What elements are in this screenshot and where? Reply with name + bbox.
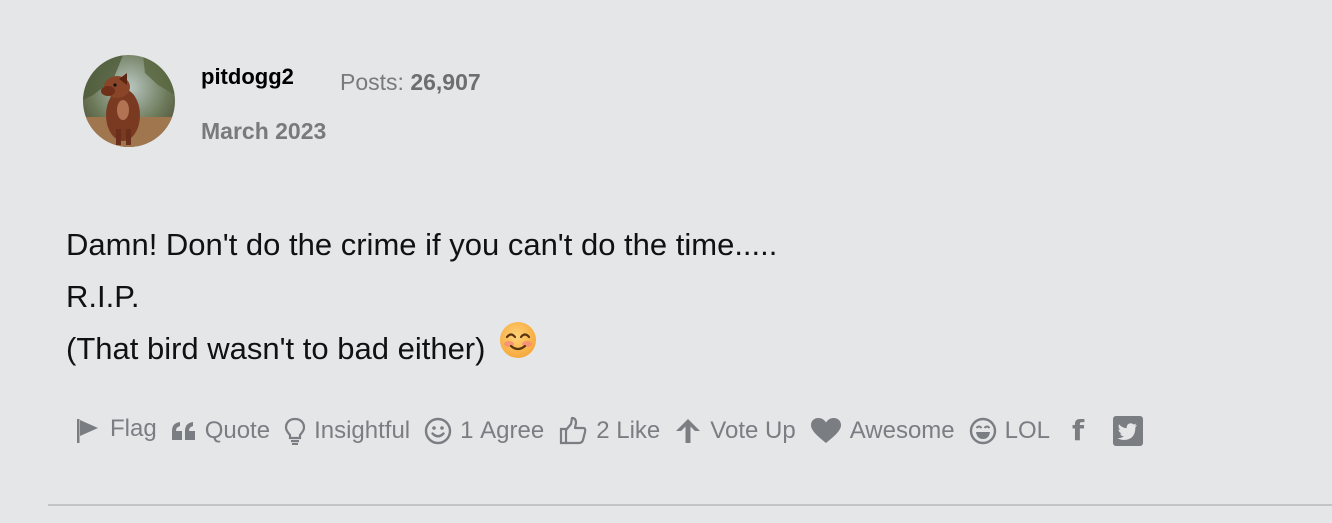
like-button[interactable]: 2 Like bbox=[558, 416, 660, 446]
awesome-label: Awesome bbox=[849, 416, 955, 444]
vote-up-label: Vote Up bbox=[710, 416, 796, 444]
agree-button[interactable]: 1 Agree bbox=[424, 417, 544, 445]
smiling-face-emoji bbox=[499, 321, 537, 375]
facebook-icon: f bbox=[1072, 414, 1085, 447]
post-count: Posts: 26,907 bbox=[340, 69, 481, 96]
like-label: Like bbox=[616, 416, 661, 444]
flag-button[interactable]: Flag bbox=[74, 414, 157, 445]
lol-button[interactable]: LOL bbox=[969, 417, 1050, 445]
flag-label: Flag bbox=[110, 414, 157, 442]
twitter-share-button[interactable] bbox=[1112, 415, 1144, 447]
smiley-icon bbox=[424, 417, 452, 444]
thumbs-up-icon bbox=[560, 416, 587, 444]
comment-post: pitdogg2 Posts: 26,907 March 2023 Damn! … bbox=[0, 0, 1332, 523]
posts-label: Posts: bbox=[340, 69, 404, 95]
post-line: (That bird wasn't to bad either) bbox=[66, 321, 777, 375]
awesome-button[interactable]: Awesome bbox=[810, 417, 955, 445]
quote-icon bbox=[171, 421, 195, 440]
arrow-up-icon bbox=[676, 418, 701, 443]
lol-label: LOL bbox=[1004, 416, 1051, 444]
post-body: Damn! Don't do the crime if you can't do… bbox=[66, 219, 777, 375]
flag-icon bbox=[77, 418, 98, 443]
heart-icon bbox=[810, 417, 841, 443]
post-line: R.I.P. bbox=[66, 279, 140, 314]
agree-count: 1 bbox=[460, 416, 474, 444]
post-divider bbox=[48, 504, 1332, 506]
quote-button[interactable]: Quote bbox=[171, 417, 270, 445]
post-line: Damn! Don't do the crime if you can't do… bbox=[66, 227, 778, 262]
lightbulb-icon bbox=[284, 417, 306, 445]
post-date[interactable]: March 2023 bbox=[201, 118, 326, 145]
facebook-share-button[interactable]: f bbox=[1064, 414, 1092, 447]
quote-label: Quote bbox=[204, 416, 271, 444]
author-username[interactable]: pitdogg2 bbox=[201, 64, 294, 90]
agree-label: Agree bbox=[480, 416, 545, 444]
dog-avatar-icon bbox=[83, 55, 175, 147]
reaction-bar: Flag Quote Insightful 1 Agree 2 Like Vot… bbox=[74, 414, 1164, 447]
user-avatar[interactable] bbox=[83, 55, 175, 147]
insightful-label: Insightful bbox=[314, 416, 411, 444]
twitter-icon bbox=[1113, 415, 1144, 446]
post-line-text: (That bird wasn't to bad either) bbox=[66, 331, 486, 366]
insightful-button[interactable]: Insightful bbox=[284, 417, 410, 445]
like-count: 2 bbox=[596, 416, 610, 444]
posts-count-value: 26,907 bbox=[410, 69, 481, 95]
vote-up-button[interactable]: Vote Up bbox=[674, 416, 796, 445]
laughing-face-icon bbox=[969, 417, 996, 444]
